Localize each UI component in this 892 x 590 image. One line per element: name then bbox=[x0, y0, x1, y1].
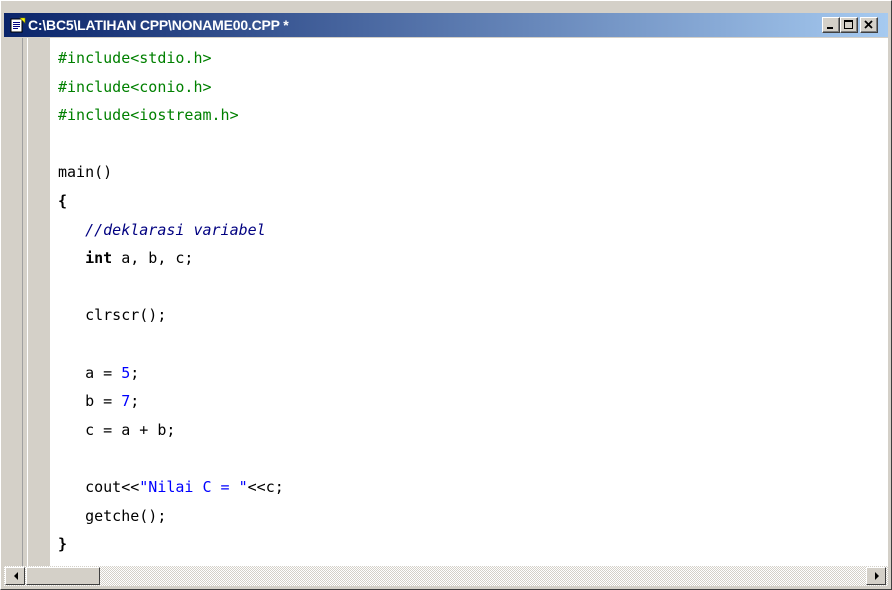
code-line[interactable]: b = 7; bbox=[58, 387, 284, 416]
window-title: C:\BC5\LATIHAN CPP\NONAME00.CPP * bbox=[28, 17, 289, 33]
code-token: int bbox=[85, 249, 113, 268]
close-button[interactable] bbox=[860, 17, 878, 33]
code-line[interactable]: clrscr(); bbox=[58, 301, 284, 330]
code-token: a = bbox=[58, 363, 122, 382]
gutter-divider bbox=[27, 38, 28, 566]
code-token: 7 bbox=[121, 392, 131, 411]
scroll-left-button[interactable] bbox=[5, 567, 25, 585]
code-token: cout<< bbox=[58, 477, 140, 496]
code-line[interactable]: } bbox=[58, 530, 284, 559]
code-token: c = a + b; bbox=[58, 420, 176, 439]
close-icon bbox=[864, 20, 873, 29]
maximize-button[interactable] bbox=[840, 17, 858, 33]
scroll-right-button[interactable] bbox=[866, 567, 886, 585]
code-line[interactable]: #include<conio.h> bbox=[58, 73, 284, 102]
code-line[interactable]: getche(); bbox=[58, 502, 284, 531]
code-token: a, b, c; bbox=[112, 249, 194, 268]
code-line[interactable]: a = 5; bbox=[58, 359, 284, 388]
code-line[interactable]: cout<<"Nilai C = "<<c; bbox=[58, 473, 284, 502]
source-code[interactable]: #include<stdio.h> #include<conio.h> #inclu… bbox=[58, 44, 284, 559]
code-token: } bbox=[58, 535, 68, 554]
horizontal-scrollbar[interactable] bbox=[4, 566, 888, 586]
code-line[interactable]: #include<stdio.h> bbox=[58, 44, 284, 73]
code-token: "Nilai C = " bbox=[139, 477, 248, 496]
code-token: <<c; bbox=[247, 477, 284, 496]
code-line[interactable]: c = a + b; bbox=[58, 416, 284, 445]
code-line[interactable]: main() bbox=[58, 158, 284, 187]
code-token: ; bbox=[130, 392, 140, 411]
code-line[interactable]: #include<iostream.h> bbox=[58, 101, 284, 130]
code-token: //deklarasi variabel bbox=[85, 220, 266, 239]
editor-window: C:\BC5\LATIHAN CPP\NONAME00.CPP * #inclu… bbox=[0, 0, 892, 590]
arrow-left-icon bbox=[14, 572, 18, 580]
code-token: 5 bbox=[121, 363, 131, 382]
source-file-icon bbox=[10, 17, 26, 33]
code-editor[interactable]: #include<stdio.h> #include<conio.h> #inclu… bbox=[4, 38, 888, 566]
code-token: #include<conio.h> bbox=[58, 77, 212, 96]
code-token: #include<iostream.h> bbox=[58, 106, 239, 125]
code-token: b = bbox=[58, 392, 122, 411]
code-token: main() bbox=[58, 163, 113, 182]
code-token: ; bbox=[130, 363, 140, 382]
code-line[interactable]: //deklarasi variabel bbox=[58, 216, 284, 245]
code-token: clrscr(); bbox=[58, 306, 167, 325]
editor-gutter bbox=[4, 38, 50, 566]
maximize-icon bbox=[844, 20, 853, 29]
scroll-thumb[interactable] bbox=[26, 567, 100, 585]
code-line[interactable] bbox=[58, 273, 284, 302]
minimize-icon bbox=[827, 27, 833, 29]
code-line[interactable] bbox=[58, 444, 284, 473]
code-token: #include<stdio.h> bbox=[58, 49, 212, 67]
arrow-right-icon bbox=[875, 572, 879, 580]
minimize-button[interactable] bbox=[822, 17, 840, 33]
code-line[interactable]: int a, b, c; bbox=[58, 244, 284, 273]
gutter-divider bbox=[22, 38, 23, 566]
title-bar[interactable]: C:\BC5\LATIHAN CPP\NONAME00.CPP * bbox=[4, 13, 888, 37]
code-line[interactable] bbox=[58, 130, 284, 159]
code-token: { bbox=[58, 191, 68, 210]
code-line[interactable] bbox=[58, 330, 284, 359]
code-line[interactable]: { bbox=[58, 187, 284, 216]
code-token: getche(); bbox=[58, 506, 167, 525]
